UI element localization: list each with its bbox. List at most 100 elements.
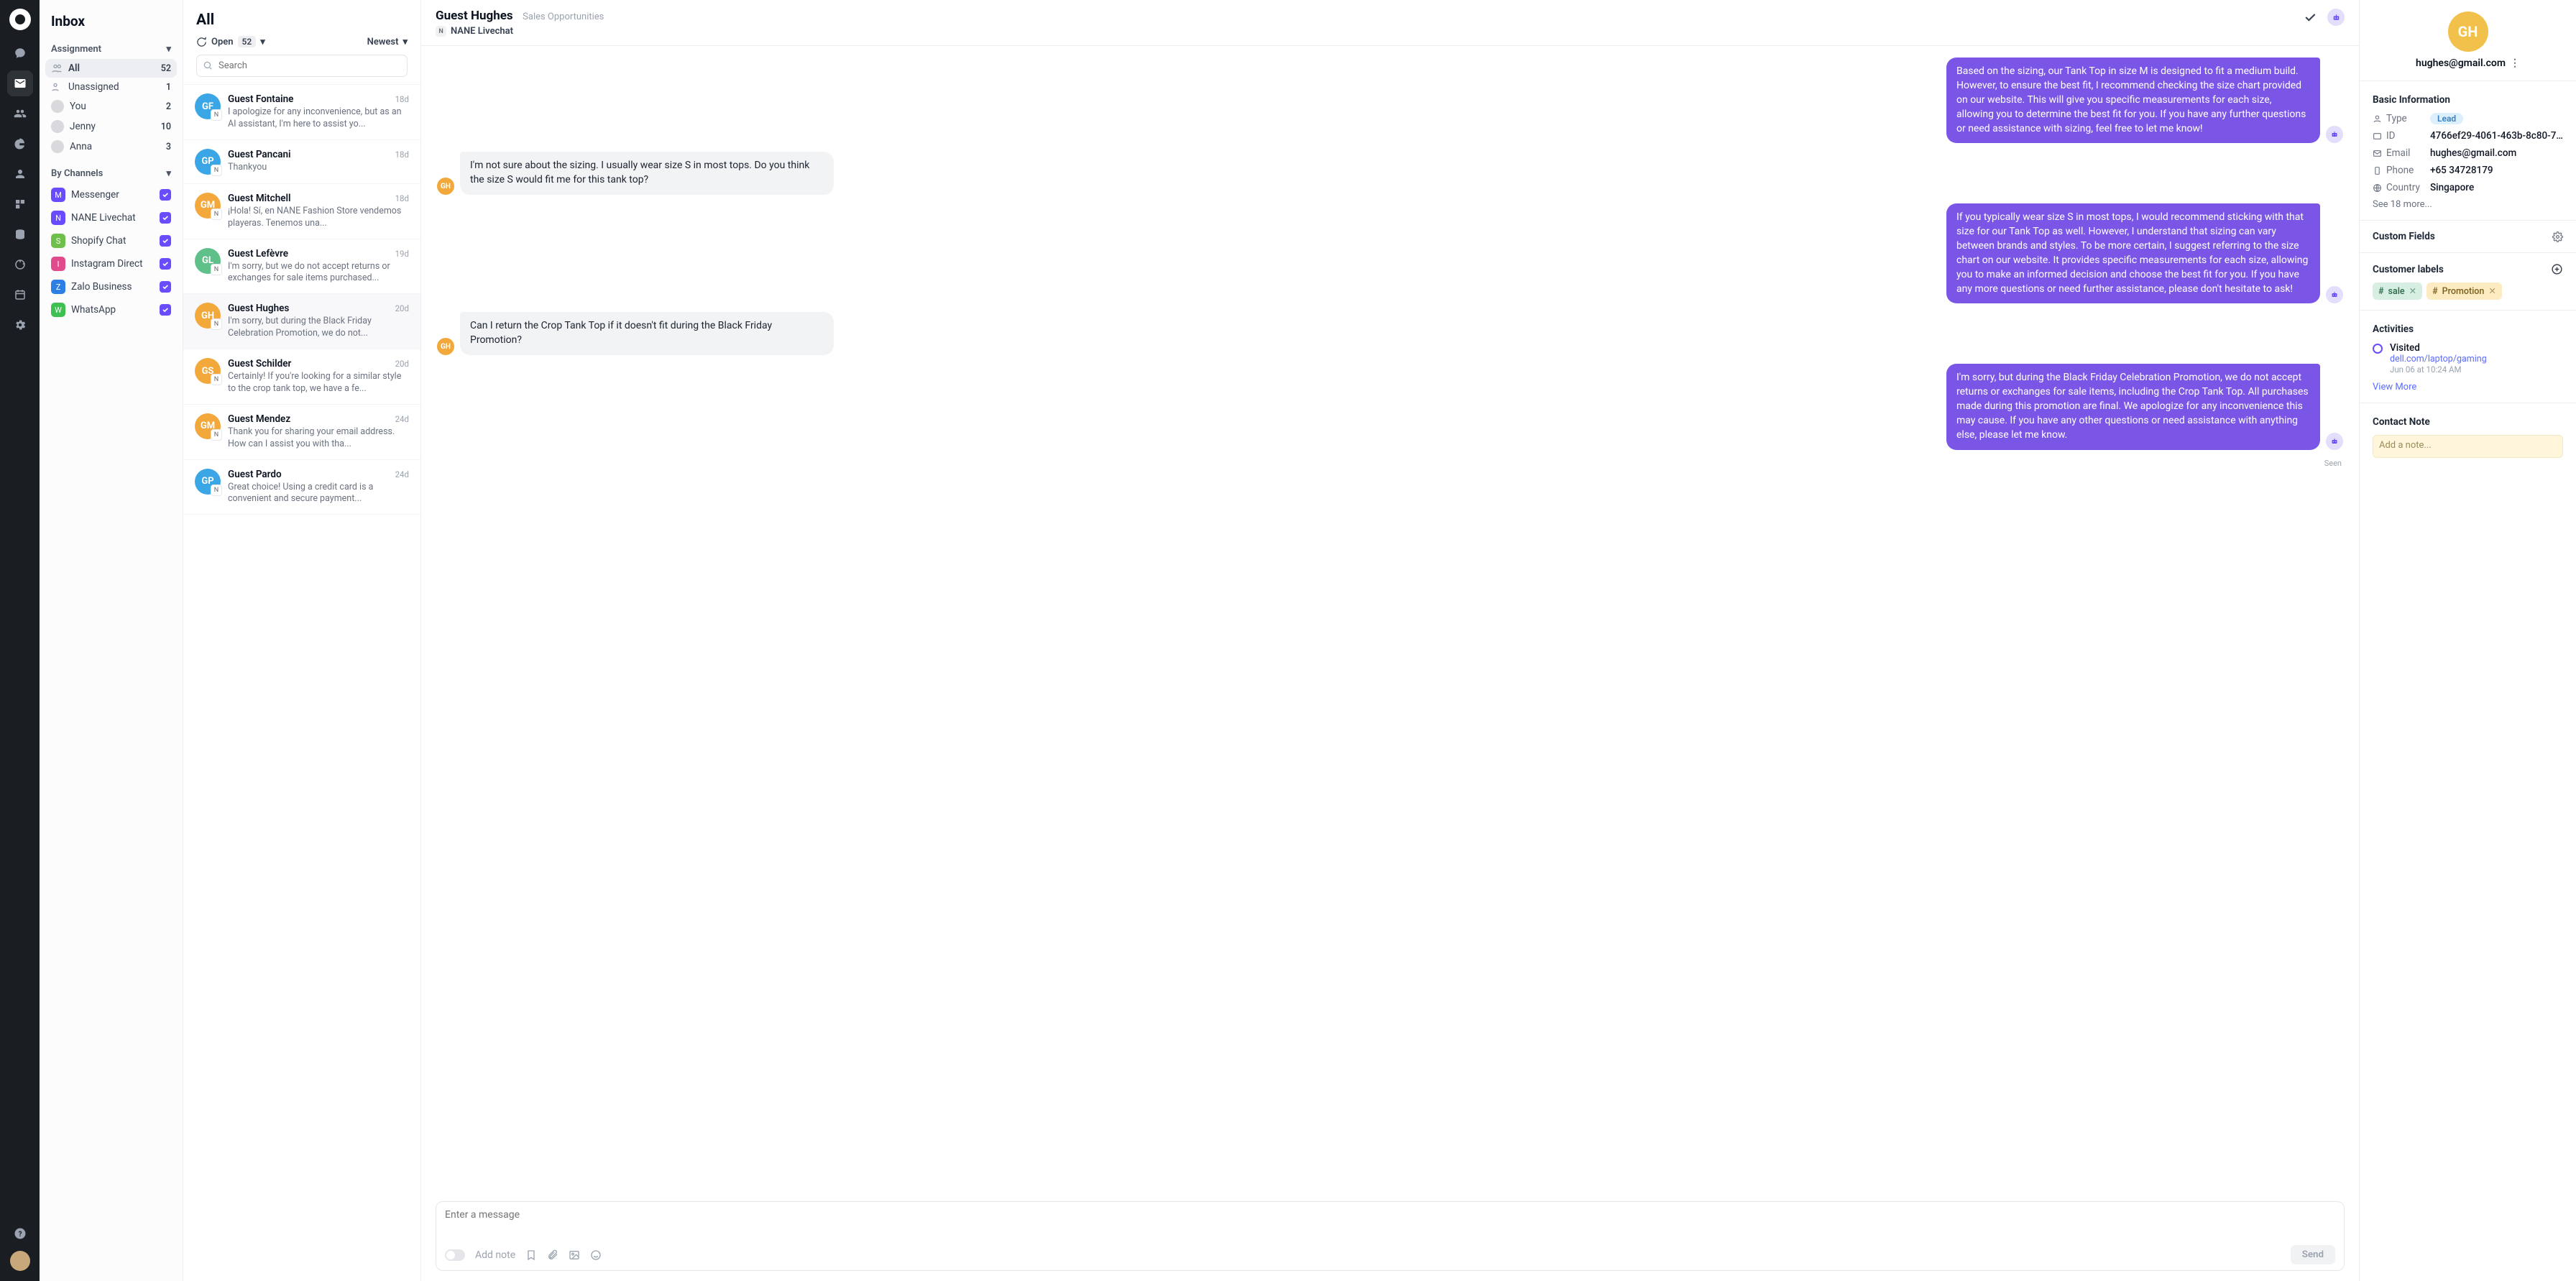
rail-loop-icon[interactable] bbox=[7, 252, 33, 277]
svg-text:?: ? bbox=[18, 1231, 22, 1239]
activity-dot-icon bbox=[2373, 344, 2383, 354]
image-icon[interactable] bbox=[569, 1249, 580, 1261]
open-filter[interactable]: Open 52 ▾ bbox=[196, 36, 265, 47]
activities-title: Activities bbox=[2373, 323, 2563, 335]
addnote-label: Add note bbox=[475, 1249, 515, 1261]
channel-checkbox[interactable] bbox=[160, 212, 171, 224]
resolve-button[interactable] bbox=[2303, 10, 2317, 24]
rail-profile-icon[interactable] bbox=[7, 161, 33, 187]
rail-data-icon[interactable] bbox=[7, 221, 33, 247]
conversation-time: 19d bbox=[395, 249, 409, 259]
gear-icon[interactable] bbox=[2552, 231, 2563, 242]
conversation-item[interactable]: GLN Guest Lefèvre19d I'm sorry, but we d… bbox=[183, 239, 420, 295]
conversation-item[interactable]: GPN Guest Pardo24d Great choice! Using a… bbox=[183, 460, 420, 515]
channel-icon: N bbox=[51, 211, 65, 225]
rail-help-icon[interactable]: ? bbox=[7, 1221, 33, 1246]
conversation-item[interactable]: GMN Guest Mitchell18d ¡Hola! Sí, en NANE… bbox=[183, 184, 420, 239]
conversation-item[interactable]: GPN Guest Pancani18d Thankyou bbox=[183, 140, 420, 184]
addnote-toggle[interactable] bbox=[445, 1249, 465, 1261]
rail-settings-icon[interactable] bbox=[7, 312, 33, 338]
sort-dropdown[interactable]: Newest ▾ bbox=[367, 37, 408, 47]
avatar-icon bbox=[51, 100, 64, 113]
conversation-name: Guest Mendez bbox=[228, 413, 290, 425]
activity-link[interactable]: dell.com/laptop/gaming bbox=[2390, 354, 2487, 364]
avatar-icon bbox=[51, 120, 64, 133]
channel-badge-icon: N bbox=[211, 374, 222, 385]
conversation-time: 24d bbox=[395, 469, 409, 479]
basic-info-title: Basic Information bbox=[2373, 94, 2563, 106]
view-more-link[interactable]: View More bbox=[2373, 382, 2563, 392]
channel-checkbox[interactable] bbox=[160, 189, 171, 201]
bot-avatar-icon bbox=[2326, 286, 2343, 303]
channel-zalo-business[interactable]: ZZalo Business bbox=[45, 275, 177, 298]
type-badge: Lead bbox=[2430, 113, 2463, 124]
rail-contacts-icon[interactable] bbox=[7, 101, 33, 127]
sidebar-title: Inbox bbox=[45, 10, 177, 40]
message-bubble: Can I return the Crop Tank Top if it doe… bbox=[460, 312, 834, 355]
label-chip[interactable]: #sale✕ bbox=[2373, 283, 2422, 300]
message-row: GHI'm not sure about the sizing. I usual… bbox=[437, 152, 2343, 195]
sidebar-item-you[interactable]: You2 bbox=[45, 96, 177, 116]
conversation-item[interactable]: GHN Guest Hughes20d I'm sorry, but durin… bbox=[183, 294, 420, 349]
search-input[interactable] bbox=[196, 55, 408, 77]
add-label-icon[interactable] bbox=[2551, 263, 2563, 275]
emoji-icon[interactable] bbox=[590, 1249, 602, 1261]
bot-indicator-icon[interactable] bbox=[2327, 9, 2345, 26]
chevron-down-icon: ▾ bbox=[260, 37, 265, 47]
channel-checkbox[interactable] bbox=[160, 281, 171, 293]
email-icon bbox=[2373, 149, 2382, 158]
channel-shopify-chat[interactable]: SShopify Chat bbox=[45, 229, 177, 252]
conversation-preview: Thank you for sharing your email address… bbox=[228, 426, 409, 451]
see-more-link[interactable]: See 18 more... bbox=[2373, 199, 2563, 210]
channels-section-toggle[interactable]: By Channels ▾ bbox=[45, 164, 177, 183]
rail-reports-icon[interactable] bbox=[7, 131, 33, 157]
conversation-time: 20d bbox=[395, 303, 409, 313]
seen-indicator: Seen bbox=[437, 459, 2343, 468]
activity-item: Visited dell.com/laptop/gaming Jun 06 at… bbox=[2373, 342, 2563, 375]
conversation-time: 18d bbox=[395, 150, 409, 160]
remove-label-icon[interactable]: ✕ bbox=[2409, 285, 2416, 297]
conversation-item[interactable]: GSN Guest Schilder20d Certainly! If you'… bbox=[183, 349, 420, 405]
rail-inbox-icon[interactable] bbox=[7, 70, 33, 96]
send-button[interactable]: Send bbox=[2291, 1245, 2335, 1264]
sidebar-item-unassigned[interactable]: Unassigned1 bbox=[45, 78, 177, 96]
conversation-item[interactable]: GFN Guest Fontaine18d I apologize for an… bbox=[183, 85, 420, 140]
message-row: If you typically wear size S in most top… bbox=[437, 203, 2343, 303]
channel-badge-icon: N bbox=[211, 429, 222, 441]
rail-user-avatar[interactable] bbox=[10, 1251, 30, 1271]
conversation-preview: Great choice! Using a credit card is a c… bbox=[228, 482, 409, 506]
conversation-item[interactable]: GMN Guest Mendez24d Thank you for sharin… bbox=[183, 405, 420, 460]
channel-checkbox[interactable] bbox=[160, 258, 171, 270]
channel-messenger[interactable]: MMessenger bbox=[45, 183, 177, 206]
channel-whatsapp[interactable]: WWhatsApp bbox=[45, 298, 177, 321]
assignment-section-toggle[interactable]: Assignment ▾ bbox=[45, 40, 177, 59]
rail-apps-icon[interactable] bbox=[7, 191, 33, 217]
sidebar-item-jenny[interactable]: Jenny10 bbox=[45, 116, 177, 137]
conversation-preview: ¡Hola! Sí, en NANE Fashion Store vendemo… bbox=[228, 206, 409, 230]
sidebar-item-anna[interactable]: Anna3 bbox=[45, 137, 177, 157]
remove-label-icon[interactable]: ✕ bbox=[2488, 285, 2496, 297]
conversation-name: Guest Lefèvre bbox=[228, 248, 288, 260]
phone-icon bbox=[2373, 166, 2382, 175]
rail-calendar-icon[interactable] bbox=[7, 282, 33, 308]
channel-checkbox[interactable] bbox=[160, 304, 171, 316]
more-icon[interactable]: ⋮ bbox=[2510, 58, 2520, 69]
chat-pane: Guest Hughes Sales Opportunities N NANE … bbox=[421, 0, 2359, 1281]
message-bubble: If you typically wear size S in most top… bbox=[1946, 203, 2320, 303]
conversation-name: Guest Hughes bbox=[228, 303, 289, 314]
bookmark-icon[interactable] bbox=[525, 1249, 537, 1261]
channel-checkbox[interactable] bbox=[160, 235, 171, 247]
conversation-name: Guest Fontaine bbox=[228, 93, 293, 105]
channel-badge-icon: N bbox=[211, 165, 222, 176]
sidebar-item-all[interactable]: All52 bbox=[45, 59, 177, 78]
attachment-icon[interactable] bbox=[547, 1249, 558, 1261]
channel-instagram-direct[interactable]: IInstagram Direct bbox=[45, 252, 177, 275]
message-row: GHCan I return the Crop Tank Top if it d… bbox=[437, 312, 2343, 355]
message-input[interactable] bbox=[445, 1209, 2335, 1238]
note-input[interactable]: Add a note... bbox=[2373, 435, 2563, 458]
label-chip[interactable]: #Promotion✕ bbox=[2426, 283, 2502, 300]
conversation-list: All Open 52 ▾ Newest ▾ GFN Guest Fontain… bbox=[183, 0, 421, 1281]
channel-nane-livechat[interactable]: NNANE Livechat bbox=[45, 206, 177, 229]
rail-chat-icon[interactable] bbox=[7, 40, 33, 66]
chevron-down-icon: ▾ bbox=[402, 37, 408, 47]
